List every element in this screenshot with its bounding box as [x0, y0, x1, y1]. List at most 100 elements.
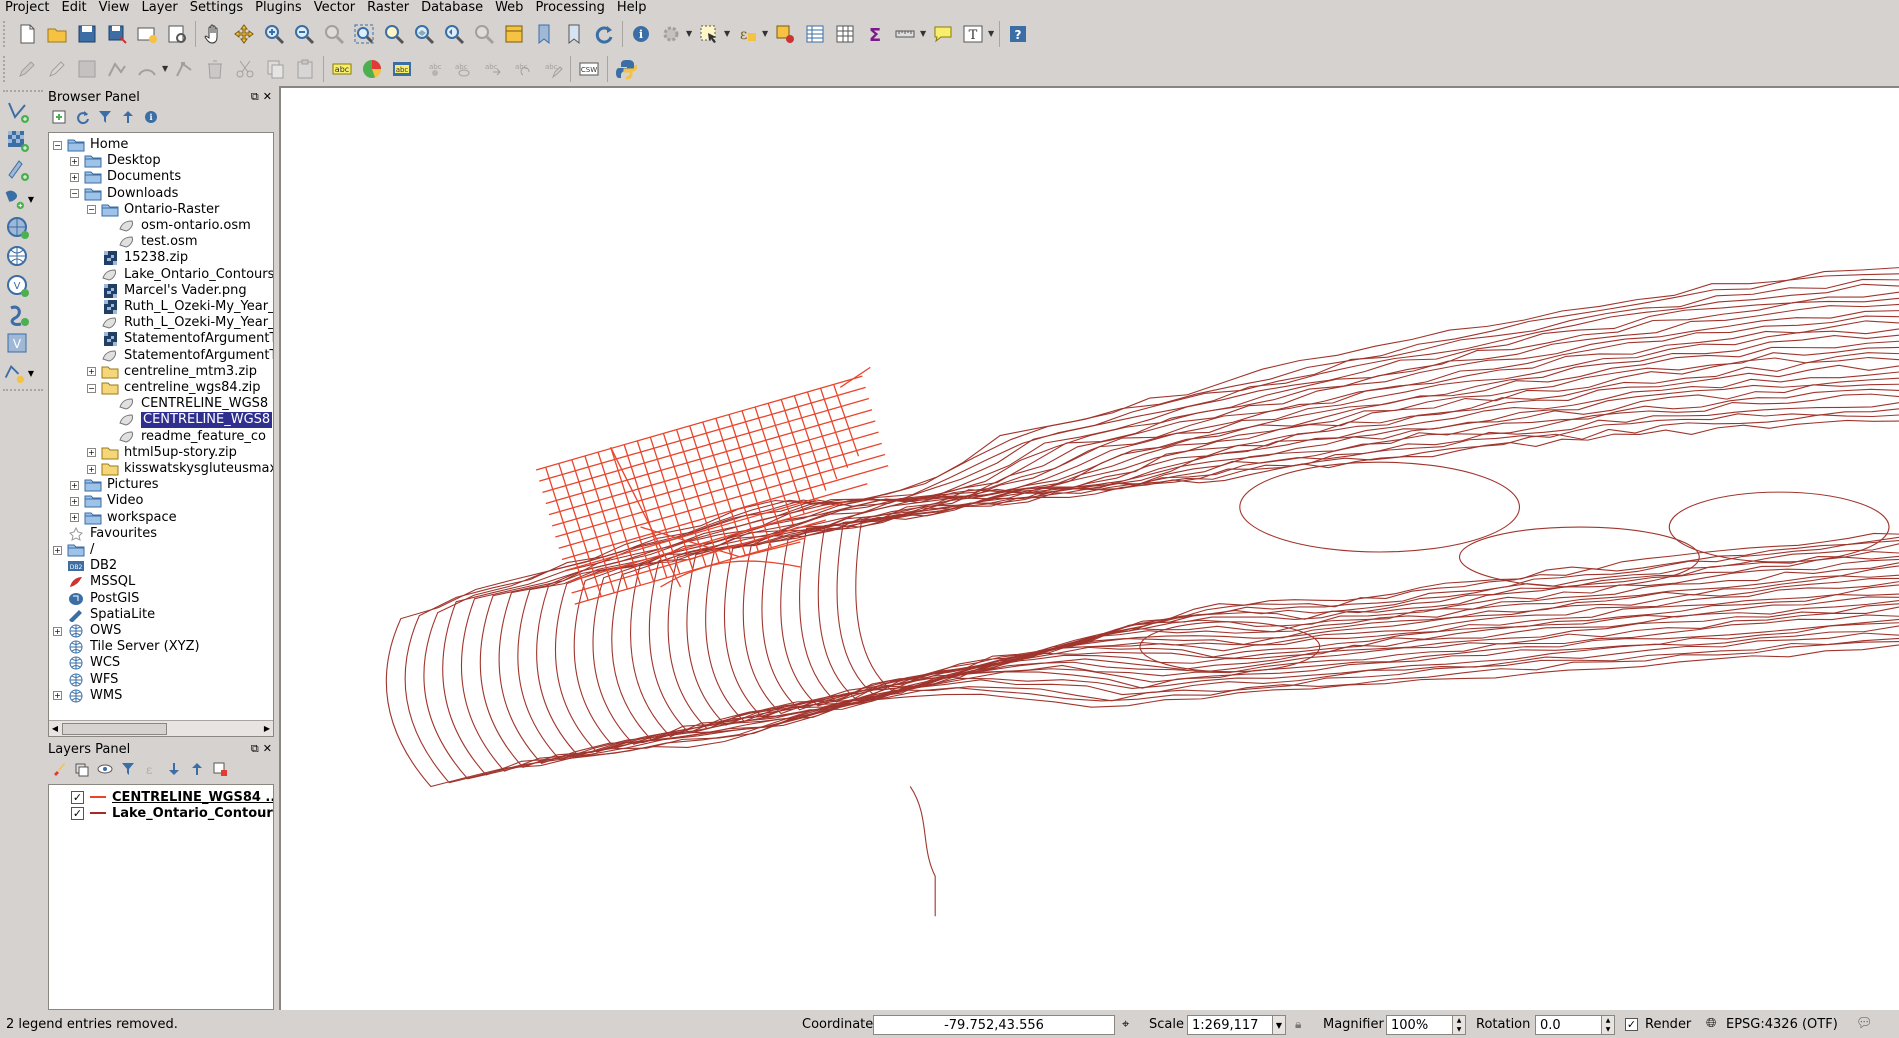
- expand-icon[interactable]: +: [87, 367, 96, 377]
- menu-plugins[interactable]: Plugins: [249, 0, 308, 16]
- show-hide-labels-button[interactable]: abc: [448, 55, 476, 83]
- dropdown-arrow-icon[interactable]: ▼: [920, 20, 928, 48]
- expand-icon[interactable]: +: [87, 464, 96, 474]
- toggle-editing-button[interactable]: [43, 55, 71, 83]
- browser-item[interactable]: Tile Server (XYZ): [53, 639, 200, 655]
- add-group-button[interactable]: [71, 759, 92, 779]
- scale-dropdown-icon[interactable]: ▼: [1272, 1015, 1286, 1035]
- rotation-field[interactable]: 0.0: [1535, 1015, 1611, 1035]
- move-label-button[interactable]: abc: [478, 55, 506, 83]
- save-project-button[interactable]: [73, 20, 101, 48]
- layer-labeling-button[interactable]: abc: [328, 55, 356, 83]
- new-map-view-button[interactable]: [500, 20, 528, 48]
- browser-item[interactable]: Lake_Ontario_Contours: [87, 267, 273, 283]
- browser-tree[interactable]: − Home + Desktop + Documents − Downloads − Ontari…: [48, 132, 274, 737]
- expand-all-button[interactable]: [163, 759, 184, 779]
- pan-map-button[interactable]: [200, 20, 228, 48]
- float-panel-icon[interactable]: ⧉: [251, 742, 259, 756]
- zoom-full-button[interactable]: [350, 20, 378, 48]
- add-delimited-text-button[interactable]: [2, 156, 34, 184]
- dropdown-arrow-icon[interactable]: ▼: [988, 20, 996, 48]
- menu-raster[interactable]: Raster: [361, 0, 415, 16]
- browser-item[interactable]: − centreline_wgs84.zip: [87, 380, 261, 396]
- add-feature-button[interactable]: [103, 55, 131, 83]
- browser-item[interactable]: Marcel's Vader.png: [87, 283, 247, 299]
- toolbar-grip[interactable]: [3, 20, 9, 47]
- layer-row-contours[interactable]: ✓ Lake_Ontario_Contours: [59, 805, 273, 821]
- dropdown-arrow-icon[interactable]: ▼: [686, 20, 694, 48]
- zoom-in-button[interactable]: [260, 20, 288, 48]
- manage-visibility-button[interactable]: [94, 759, 115, 779]
- browser-item[interactable]: − Home: [53, 137, 128, 153]
- text-annotation-button[interactable]: T: [959, 20, 987, 48]
- browser-item[interactable]: readme_feature_co: [104, 429, 266, 445]
- menu-layer[interactable]: Layer: [136, 0, 184, 16]
- add-virtual-layer-button[interactable]: V: [2, 330, 34, 358]
- menu-web[interactable]: Web: [489, 0, 529, 16]
- expand-icon[interactable]: +: [70, 496, 79, 506]
- expand-icon[interactable]: +: [70, 172, 79, 182]
- copy-features-button[interactable]: [261, 55, 289, 83]
- save-edits-button[interactable]: [73, 55, 101, 83]
- browser-item[interactable]: SpatiaLite: [53, 607, 155, 623]
- browser-item[interactable]: PostGIS: [53, 591, 139, 607]
- dropdown-arrow-icon[interactable]: ▼: [28, 195, 34, 204]
- crs-globe-icon[interactable]: 🌐︎: [1706, 1016, 1716, 1031]
- python-console-button[interactable]: [612, 55, 640, 83]
- horizontal-scrollbar[interactable]: ◀ ▶: [49, 720, 273, 736]
- collapse-icon[interactable]: −: [70, 189, 79, 199]
- expand-icon[interactable]: +: [53, 691, 62, 701]
- expand-icon[interactable]: +: [53, 545, 62, 555]
- remove-layer-button[interactable]: [209, 759, 230, 779]
- select-by-expression-button[interactable]: ε: [733, 20, 761, 48]
- browser-item[interactable]: + Documents: [70, 169, 181, 185]
- expand-icon[interactable]: +: [70, 513, 79, 523]
- current-edits-button[interactable]: [13, 55, 41, 83]
- zoom-to-layer-button[interactable]: [410, 20, 438, 48]
- pin-labels-button[interactable]: abc: [418, 55, 446, 83]
- toolbar-grip[interactable]: [3, 389, 43, 395]
- paste-features-button[interactable]: [291, 55, 319, 83]
- coordinate-field[interactable]: -79.752,43.556: [873, 1015, 1115, 1035]
- open-attribute-table-button[interactable]: [801, 20, 829, 48]
- menu-vector[interactable]: Vector: [308, 0, 361, 16]
- cut-features-button[interactable]: [231, 55, 259, 83]
- menu-help[interactable]: Help: [611, 0, 653, 16]
- browser-item[interactable]: + Video: [70, 493, 143, 509]
- browser-item[interactable]: Ruth_L_Ozeki-My_Year_: [87, 315, 273, 331]
- new-bookmark-button[interactable]: [530, 20, 558, 48]
- browser-item[interactable]: + kisswatskysgluteusmax: [87, 461, 273, 477]
- dropdown-arrow-icon[interactable]: ▼: [762, 20, 770, 48]
- browser-item[interactable]: − Downloads: [70, 186, 178, 202]
- zoom-next-button[interactable]: [470, 20, 498, 48]
- add-raster-layer-button[interactable]: [2, 127, 34, 155]
- change-label-button[interactable]: abc: [538, 55, 566, 83]
- zoom-native-button[interactable]: [320, 20, 348, 48]
- toolbar-grip[interactable]: [3, 90, 43, 96]
- run-action-button[interactable]: [657, 20, 685, 48]
- add-circular-string-button[interactable]: [133, 55, 161, 83]
- new-shapefile-layer-button[interactable]: ▼: [2, 359, 34, 387]
- expand-icon[interactable]: +: [70, 156, 79, 166]
- new-print-layout-button[interactable]: [133, 20, 161, 48]
- scroll-right-icon[interactable]: ▶: [261, 722, 273, 736]
- browser-item[interactable]: WFS: [53, 672, 118, 688]
- lock-icon[interactable]: 🔒︎: [1295, 1017, 1301, 1032]
- layer-row-centreline[interactable]: ✓ CENTRELINE_WGS84 ...: [59, 789, 273, 805]
- messages-icon[interactable]: 💬︎: [1856, 1016, 1873, 1031]
- expand-icon[interactable]: +: [53, 626, 62, 636]
- rotation-spin-icon[interactable]: ▲ ▼: [1601, 1015, 1615, 1035]
- close-panel-icon[interactable]: ✕: [263, 742, 272, 756]
- new-project-button[interactable]: [13, 20, 41, 48]
- layout-manager-button[interactable]: [163, 20, 191, 48]
- browser-item[interactable]: Ruth_L_Ozeki-My_Year_: [87, 299, 273, 315]
- zoom-last-button[interactable]: [440, 20, 468, 48]
- menu-project[interactable]: Project: [0, 0, 55, 16]
- dropdown-arrow-icon[interactable]: ▼: [162, 55, 170, 83]
- menu-settings[interactable]: Settings: [184, 0, 249, 16]
- browser-item[interactable]: 15238.zip: [87, 250, 188, 266]
- dropdown-arrow-icon[interactable]: ▼: [28, 369, 34, 378]
- save-as-button[interactable]: [103, 20, 131, 48]
- show-bookmarks-button[interactable]: [560, 20, 588, 48]
- crs-button[interactable]: EPSG:4326 (OTF): [1726, 1017, 1838, 1032]
